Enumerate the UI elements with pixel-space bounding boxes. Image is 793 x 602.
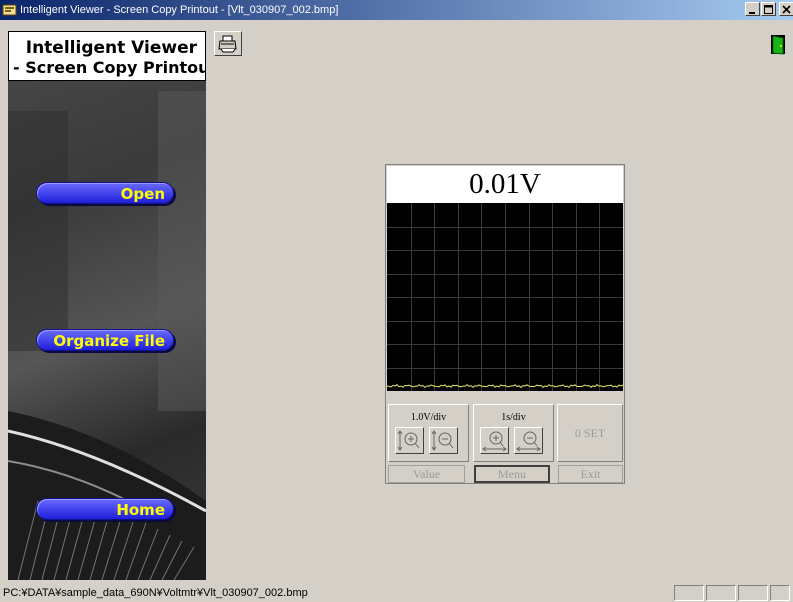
voltage-division-control: 1.0V/div — [388, 404, 469, 462]
organize-file-button[interactable]: Organize File — [36, 329, 174, 351]
time-zoom-out-button[interactable] — [514, 427, 543, 454]
maximize-icon — [764, 5, 773, 14]
logo-subtitle: - Screen Copy Printout - — [13, 58, 206, 77]
minimize-icon — [749, 12, 755, 14]
volt-zoom-in-button[interactable] — [395, 427, 424, 454]
open-button[interactable]: Open — [36, 182, 174, 204]
resize-grip[interactable] — [770, 585, 790, 601]
window-title: Intelligent Viewer - Screen Copy Printou… — [20, 4, 339, 16]
status-pane — [738, 585, 768, 601]
printer-icon — [218, 35, 237, 53]
exit-button[interactable]: Exit — [558, 465, 623, 483]
close-icon — [782, 5, 791, 14]
vertical-zoom-out-icon — [431, 430, 454, 451]
title-bar[interactable]: Intelligent Viewer - Screen Copy Printou… — [0, 0, 793, 20]
oscilloscope-graph — [387, 203, 623, 391]
home-button[interactable]: Home — [36, 498, 174, 520]
device-screen-image: 0.01V 1.0V/div 1s/div 0 SET Value Menu E… — [385, 164, 625, 484]
status-pane — [674, 585, 704, 601]
volt-per-div-label: 1.0V/div — [410, 412, 447, 423]
horizontal-zoom-out-icon — [516, 431, 541, 452]
time-zoom-in-button[interactable] — [480, 427, 509, 454]
voltage-reading: 0.01V — [469, 168, 541, 200]
file-path-status: PC:¥DATA¥sample_data_690N¥Voltmtr¥Vlt_03… — [3, 587, 308, 599]
minimize-button[interactable] — [745, 2, 760, 16]
exit-door-icon — [771, 35, 785, 55]
scope-grid — [387, 203, 623, 391]
app-logo: Intelligent Viewer - Screen Copy Printou… — [8, 31, 206, 81]
app-icon — [2, 4, 17, 16]
left-panel: Intelligent Viewer - Screen Copy Printou… — [8, 31, 206, 580]
zero-set-button[interactable]: 0 SET — [557, 404, 623, 462]
logo-title: Intelligent Viewer — [25, 38, 197, 58]
value-button[interactable]: Value — [388, 465, 465, 483]
status-pane — [706, 585, 736, 601]
time-per-div-label: 1s/div — [501, 412, 526, 423]
exit-door-button[interactable] — [766, 32, 790, 56]
status-bar: PC:¥DATA¥sample_data_690N¥Voltmtr¥Vlt_03… — [0, 584, 793, 602]
menu-button[interactable]: Menu — [474, 465, 550, 483]
volt-zoom-out-button[interactable] — [429, 427, 458, 454]
maximize-button[interactable] — [761, 2, 776, 16]
reading-display: 0.01V — [387, 166, 623, 203]
time-division-control: 1s/div — [473, 404, 554, 462]
vertical-zoom-in-icon — [397, 430, 420, 451]
close-button[interactable] — [779, 2, 793, 16]
horizontal-zoom-in-icon — [482, 431, 507, 452]
print-button[interactable] — [214, 31, 242, 56]
